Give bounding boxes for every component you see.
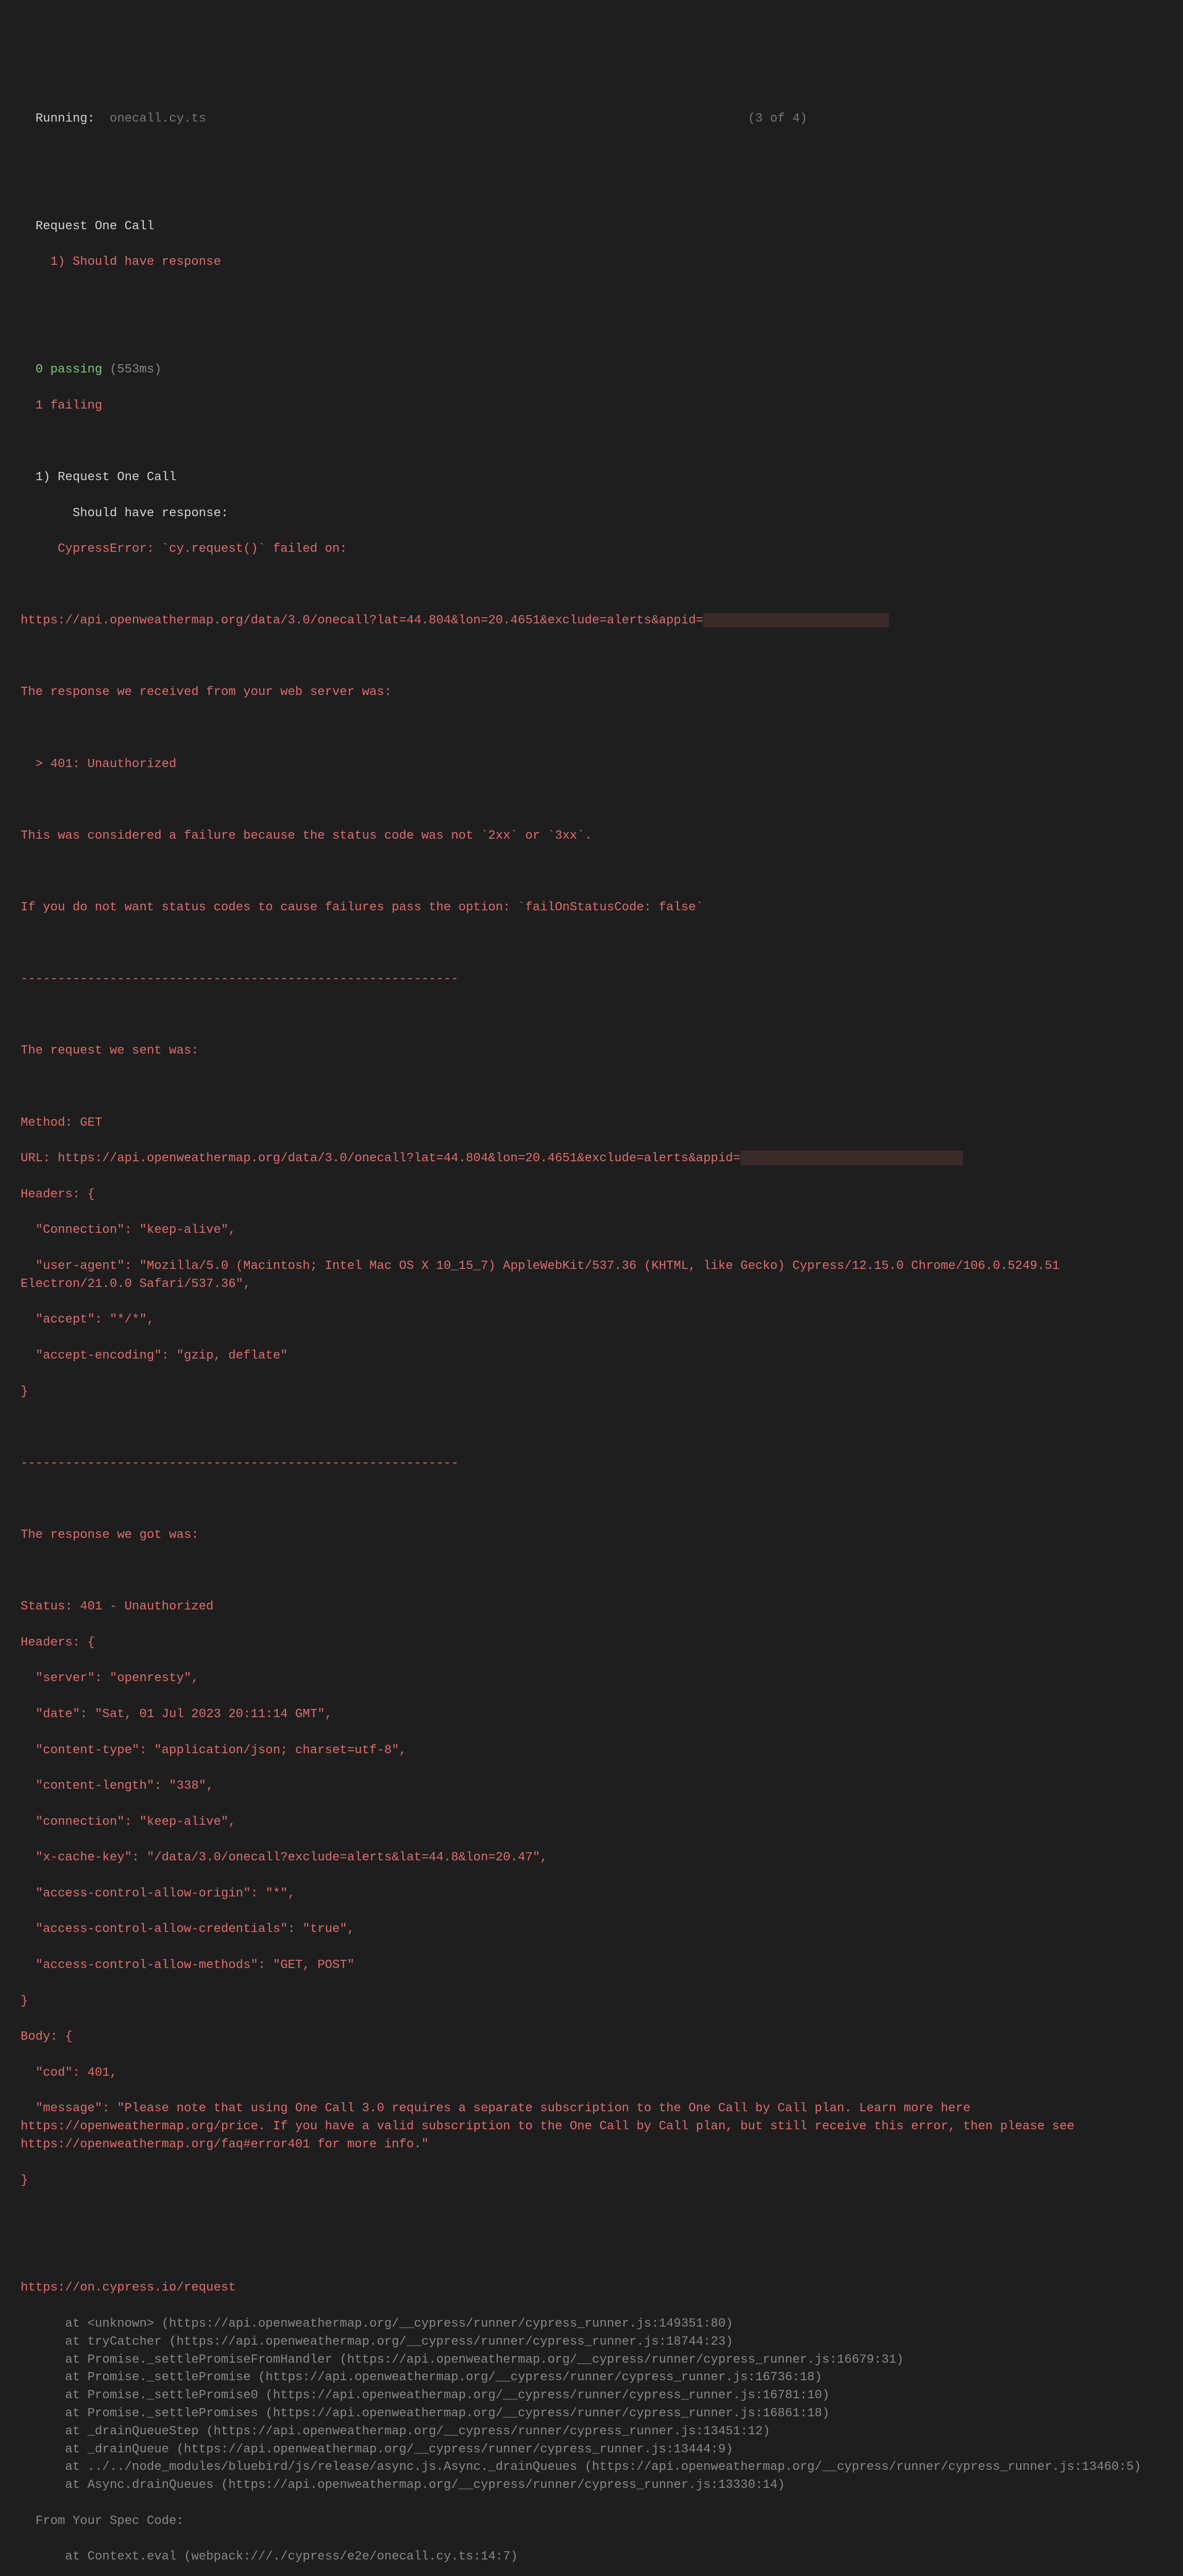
body-msg: "message": "Please note that using One C… [21, 2100, 1162, 2154]
stack-line: at ../../node_modules/bluebird/js/releas… [21, 2459, 1162, 2477]
stack-line: at tryCatcher (https://api.openweatherma… [21, 2333, 1162, 2351]
stack-line: at <unknown> (https://api.openweathermap… [21, 2315, 1162, 2333]
suite-name: Request One Call [21, 218, 1162, 236]
request-h2: "user-agent": "Mozilla/5.0 (Macintosh; I… [21, 1258, 1162, 1294]
response-headers-open: Headers: { [21, 1634, 1162, 1652]
divider-2: ----------------------------------------… [21, 1455, 1162, 1473]
from-spec-label: From Your Spec Code: [21, 2513, 1162, 2531]
response-title: The response we got was: [21, 1527, 1162, 1545]
summary-failing: 1 failing [21, 397, 1162, 415]
obfuscated-appid: ████████████████ [703, 613, 889, 628]
spec-file: onecall.cy.ts [110, 112, 206, 126]
spec-stack-line: at Context.eval (webpack:///./cypress/e2… [21, 2548, 1162, 2566]
request-method: Method: GET [21, 1114, 1162, 1132]
body-cod: "cod": 401, [21, 2064, 1162, 2082]
response-headers-close: } [21, 1993, 1162, 2011]
stack-line: at Promise._settlePromise (https://api.o… [21, 2369, 1162, 2387]
stack-line: at Promise._settlePromises (https://api.… [21, 2405, 1162, 2423]
failed-test-line: 1) Should have response [21, 253, 1162, 272]
failure-msg2: This was considered a failure because th… [21, 827, 1162, 845]
response-status: Status: 401 - Unauthorized [21, 1598, 1162, 1616]
progress-indicator: (3 of 4) [748, 112, 807, 126]
request-headers-open: Headers: { [21, 1186, 1162, 1204]
failure-msg1: The response we received from your web s… [21, 684, 1162, 702]
stack-line: at Async.drainQueues (https://api.openwe… [21, 2477, 1162, 2495]
stack-line: at Promise._settlePromiseFromHandler (ht… [21, 2351, 1162, 2369]
body-close: } [21, 2172, 1162, 2190]
response-h6: "x-cache-key": "/data/3.0/onecall?exclud… [21, 1849, 1162, 1867]
cypress-link[interactable]: https://on.cypress.io/request [21, 2279, 1162, 2297]
response-h4: "content-length": "338", [21, 1777, 1162, 1795]
stack-line: at _drainQueue (https://api.openweatherm… [21, 2441, 1162, 2459]
response-h7: "access-control-allow-origin": "*", [21, 1885, 1162, 1903]
response-h1: "server": "openresty", [21, 1670, 1162, 1688]
running-line: Running: onecall.cy.ts (3 of 4) [21, 110, 1162, 128]
failure-error-prefix: CypressError: `cy.request()` failed on: [21, 540, 1162, 558]
response-h9: "access-control-allow-methods": "GET, PO… [21, 1957, 1162, 1975]
request-url: URL: https://api.openweathermap.org/data… [21, 1150, 1162, 1168]
failure-msg3: If you do not want status codes to cause… [21, 899, 1162, 917]
body-open: Body: { [21, 2028, 1162, 2046]
failure-title-2: Should have response: [21, 505, 1162, 523]
response-h8: "access-control-allow-credentials": "tru… [21, 1921, 1162, 1939]
response-h5: "connection": "keep-alive", [21, 1814, 1162, 1832]
request-h1: "Connection": "keep-alive", [21, 1222, 1162, 1240]
response-h2: "date": "Sat, 01 Jul 2023 20:11:14 GMT", [21, 1706, 1162, 1724]
request-title: The request we sent was: [21, 1042, 1162, 1060]
stack-line: at Promise._settlePromise0 (https://api.… [21, 2387, 1162, 2405]
obfuscated-appid-2: ████████████████ [740, 1150, 963, 1165]
failure-title-1: 1) Request One Call [21, 469, 1162, 487]
request-headers-close: } [21, 1383, 1162, 1401]
request-h4: "accept-encoding": "gzip, deflate" [21, 1347, 1162, 1365]
failure-url: https://api.openweathermap.org/data/3.0/… [21, 612, 1162, 630]
summary-passing: 0 passing (553ms) [21, 361, 1162, 379]
stack-line: at _drainQueueStep (https://api.openweat… [21, 2423, 1162, 2441]
running-label: Running: [36, 112, 95, 126]
failure-status: > 401: Unauthorized [21, 756, 1162, 774]
stack-trace: at <unknown> (https://api.openweathermap… [21, 2315, 1162, 2495]
request-h3: "accept": "*/*", [21, 1311, 1162, 1329]
divider-1: ----------------------------------------… [21, 971, 1162, 989]
response-h3: "content-type": "application/json; chars… [21, 1742, 1162, 1760]
